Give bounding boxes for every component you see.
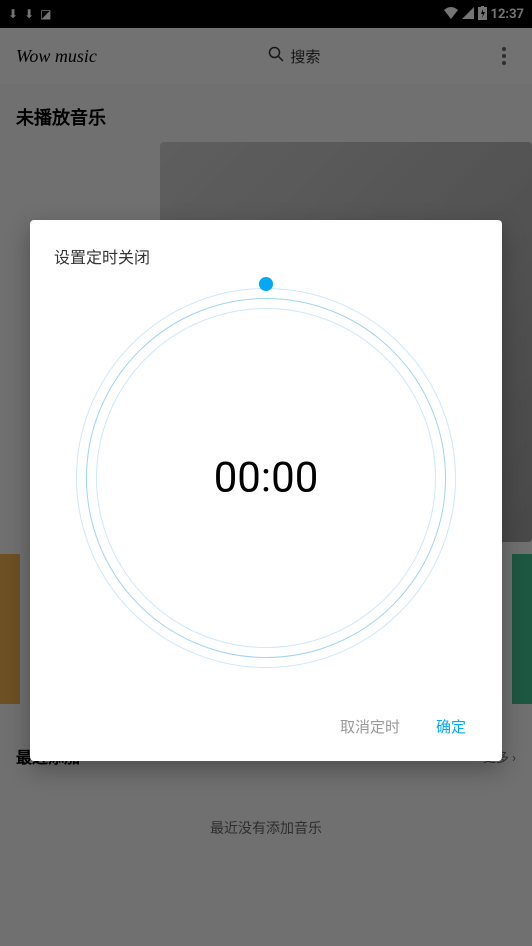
dial-handle[interactable] — [259, 277, 273, 291]
timer-dialog: 设置定时关闭 00:00 取消定时 确定 — [30, 220, 502, 761]
dial-stem — [265, 277, 267, 291]
dialog-title: 设置定时关闭 — [54, 244, 478, 268]
cancel-timer-button[interactable]: 取消定时 — [336, 708, 404, 745]
dialog-actions: 取消定时 确定 — [54, 708, 478, 745]
timer-dial[interactable]: 00:00 — [76, 288, 456, 668]
timer-value: 00:00 — [214, 454, 319, 503]
confirm-button[interactable]: 确定 — [432, 708, 470, 745]
